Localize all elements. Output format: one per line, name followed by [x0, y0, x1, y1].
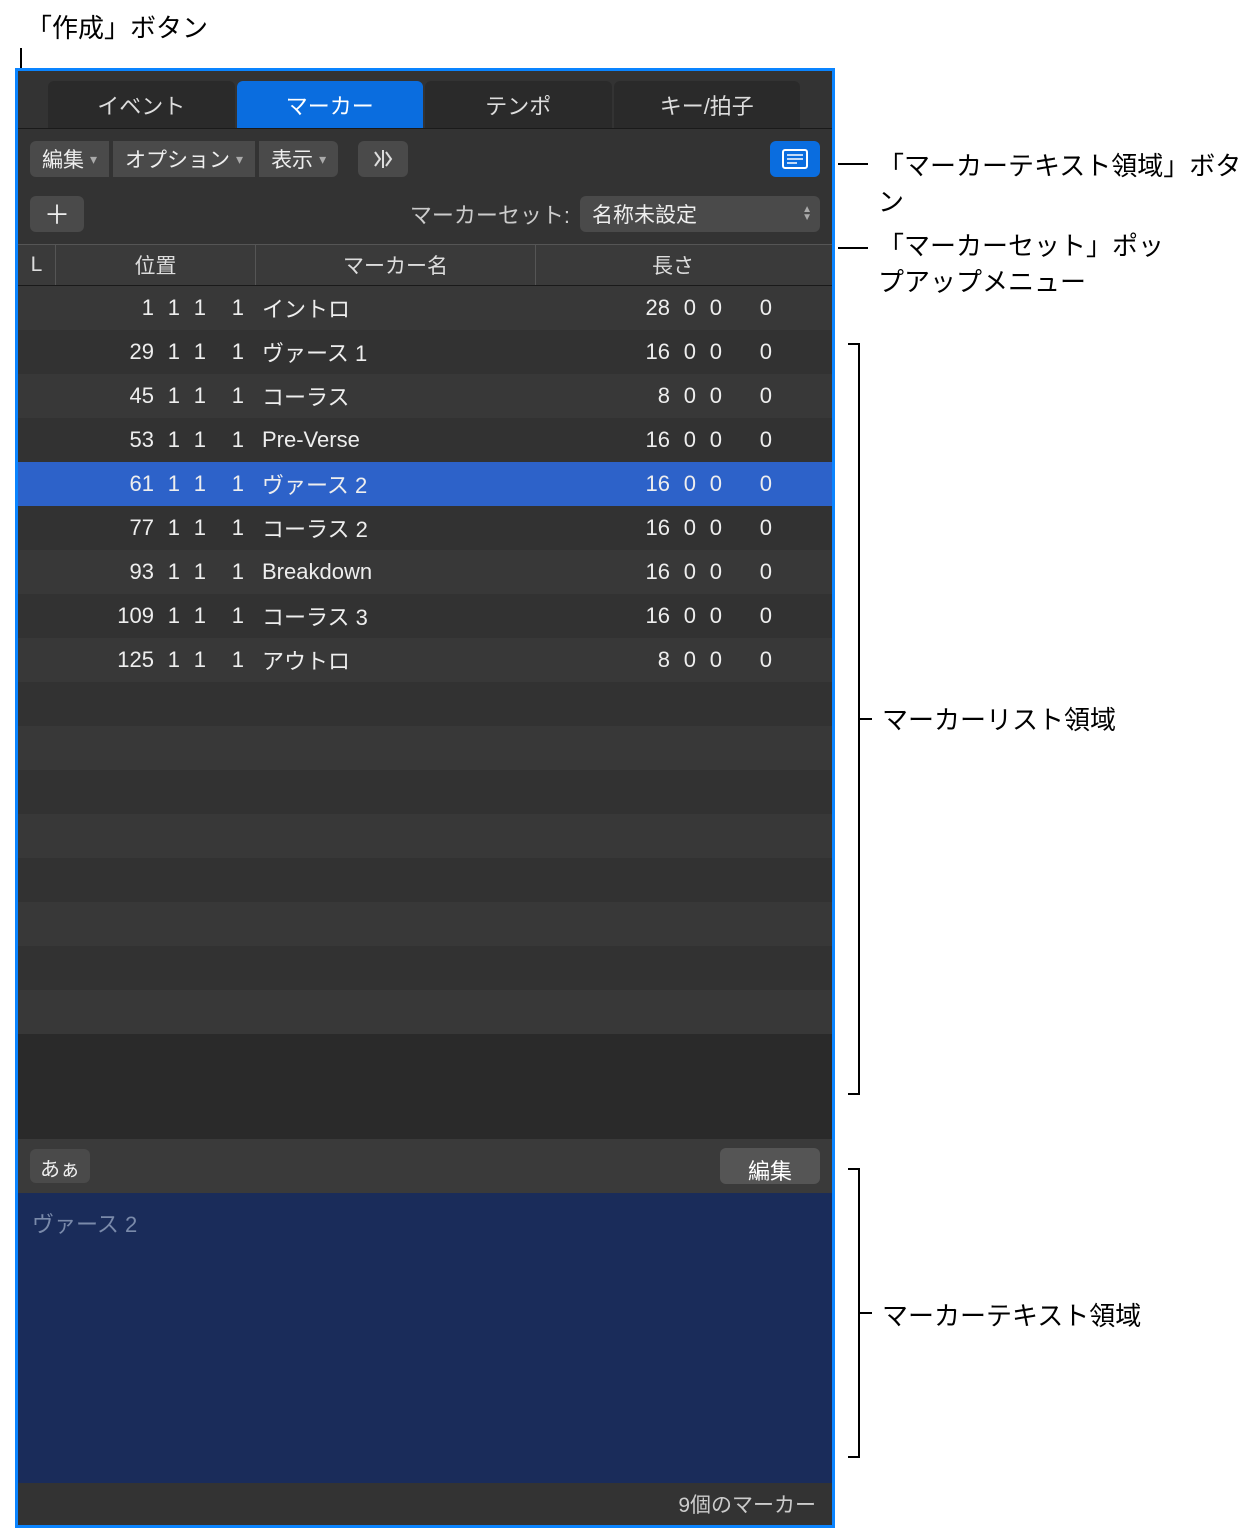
- marker-text-content: ヴァース 2: [32, 1212, 137, 1237]
- table-row[interactable]: 77111コーラス 216000: [18, 506, 832, 550]
- cell-length[interactable]: 16000: [536, 471, 832, 497]
- table-row[interactable]: 53111Pre-Verse16000: [18, 418, 832, 462]
- table-row[interactable]: 93111Breakdown16000: [18, 550, 832, 594]
- playhead-icon: [372, 148, 394, 170]
- callout-line: [860, 1312, 872, 1314]
- table-row[interactable]: 109111コーラス 316000: [18, 594, 832, 638]
- updown-icon: ▲▼: [802, 206, 812, 222]
- chevron-down-icon: ▾: [319, 151, 326, 168]
- empty-row: [18, 946, 832, 990]
- table-row[interactable]: 125111アウトロ8000: [18, 638, 832, 682]
- edit-menu[interactable]: 編集 ▾: [30, 141, 109, 177]
- cell-position[interactable]: 93111: [56, 559, 256, 585]
- cell-position[interactable]: 125111: [56, 647, 256, 673]
- cell-name[interactable]: コーラス 3: [256, 600, 536, 632]
- tab-marker[interactable]: マーカー: [237, 81, 424, 128]
- empty-row: [18, 682, 832, 726]
- empty-row: [18, 770, 832, 814]
- catch-playhead-button[interactable]: [358, 141, 408, 177]
- text-area-icon: [782, 149, 808, 169]
- callout-create-button: 「作成」ボタン: [26, 10, 208, 46]
- cell-position[interactable]: 77111: [56, 515, 256, 541]
- cell-name[interactable]: Breakdown: [256, 559, 536, 585]
- marker-set-label: マーカーセット:: [410, 198, 570, 230]
- cell-name[interactable]: イントロ: [256, 292, 536, 324]
- tab-key-signature[interactable]: キー/拍子: [614, 81, 801, 128]
- cell-name[interactable]: コーラス: [256, 380, 536, 412]
- callout-marker-list-area: マーカーリスト領域: [882, 702, 1116, 738]
- callout-text-area-button: 「マーカーテキスト領域」ボタン: [878, 148, 1250, 221]
- table-row[interactable]: 1111イントロ28000: [18, 286, 832, 330]
- column-length[interactable]: 長さ: [536, 245, 810, 285]
- bracket-text-area: [848, 1168, 860, 1458]
- marker-text-area[interactable]: ヴァース 2: [18, 1193, 832, 1483]
- table-row[interactable]: 61111ヴァース 216000: [18, 462, 832, 506]
- marker-text-area-button[interactable]: [770, 141, 820, 177]
- chevron-down-icon: ▾: [90, 151, 97, 168]
- option-menu-label: オプション: [125, 144, 230, 174]
- tab-bar: イベント マーカー テンポ キー/拍子: [18, 71, 832, 129]
- toolbar: 編集 ▾ オプション ▾ 表示 ▾: [18, 129, 832, 189]
- empty-row: [18, 990, 832, 1034]
- cell-name[interactable]: Pre-Verse: [256, 427, 536, 453]
- cell-position[interactable]: 53111: [56, 427, 256, 453]
- callout-marker-set-l2: プアップメニュー: [878, 264, 1086, 300]
- table-row[interactable]: 45111コーラス8000: [18, 374, 832, 418]
- empty-row: [18, 858, 832, 902]
- callout-marker-text-area: マーカーテキスト領域: [882, 1298, 1141, 1334]
- cell-position[interactable]: 1111: [56, 295, 256, 321]
- cell-length[interactable]: 16000: [536, 603, 832, 629]
- empty-row: [18, 726, 832, 770]
- text-edit-button[interactable]: 編集: [720, 1148, 820, 1184]
- marker-list-window: イベント マーカー テンポ キー/拍子 編集 ▾ オプション ▾ 表示 ▾: [15, 68, 835, 1528]
- cell-length[interactable]: 8000: [536, 647, 832, 673]
- callout-marker-set-l1: 「マーカーセット」ポッ: [878, 228, 1164, 264]
- table-row[interactable]: 29111ヴァース 116000: [18, 330, 832, 374]
- tab-event[interactable]: イベント: [48, 81, 235, 128]
- status-bar: 9個のマーカー: [18, 1483, 832, 1525]
- edit-menu-label: 編集: [42, 144, 84, 174]
- callout-line: [838, 247, 868, 249]
- cell-name[interactable]: ヴァース 2: [256, 468, 536, 500]
- bracket-list-area: [848, 343, 860, 1095]
- column-l[interactable]: L: [18, 245, 56, 285]
- font-button[interactable]: あぁ: [30, 1149, 90, 1183]
- display-menu-label: 表示: [271, 144, 313, 174]
- marker-list-area: 1111イントロ2800029111ヴァース 11600045111コーラス80…: [18, 286, 832, 1139]
- option-menu[interactable]: オプション ▾: [113, 141, 255, 177]
- cell-length[interactable]: 16000: [536, 427, 832, 453]
- chevron-down-icon: ▾: [236, 151, 243, 168]
- cell-name[interactable]: コーラス 2: [256, 512, 536, 544]
- cell-length[interactable]: 8000: [536, 383, 832, 409]
- cell-length[interactable]: 16000: [536, 559, 832, 585]
- cell-position[interactable]: 61111: [56, 471, 256, 497]
- callout-line: [860, 718, 872, 720]
- text-area-toolbar: あぁ 編集: [18, 1139, 832, 1193]
- column-name[interactable]: マーカー名: [256, 245, 536, 285]
- cell-position[interactable]: 109111: [56, 603, 256, 629]
- display-menu[interactable]: 表示 ▾: [259, 141, 338, 177]
- tab-tempo[interactable]: テンポ: [425, 81, 612, 128]
- cell-name[interactable]: アウトロ: [256, 644, 536, 676]
- cell-length[interactable]: 16000: [536, 515, 832, 541]
- marker-count: 9個のマーカー: [678, 1489, 816, 1519]
- column-position[interactable]: 位置: [56, 245, 256, 285]
- toolbar-secondary: ＋ マーカーセット: 名称未設定 ▲▼: [18, 189, 832, 244]
- cell-length[interactable]: 28000: [536, 295, 832, 321]
- empty-row: [18, 814, 832, 858]
- cell-position[interactable]: 29111: [56, 339, 256, 365]
- plus-icon: ＋: [44, 195, 70, 232]
- cell-position[interactable]: 45111: [56, 383, 256, 409]
- cell-length[interactable]: 16000: [536, 339, 832, 365]
- create-button[interactable]: ＋: [30, 196, 84, 232]
- empty-row: [18, 902, 832, 946]
- marker-set-value: 名称未設定: [592, 199, 697, 229]
- table-header: L 位置 マーカー名 長さ: [18, 244, 832, 286]
- cell-name[interactable]: ヴァース 1: [256, 336, 536, 368]
- marker-set-popup[interactable]: 名称未設定 ▲▼: [580, 196, 820, 232]
- callout-line: [838, 163, 868, 165]
